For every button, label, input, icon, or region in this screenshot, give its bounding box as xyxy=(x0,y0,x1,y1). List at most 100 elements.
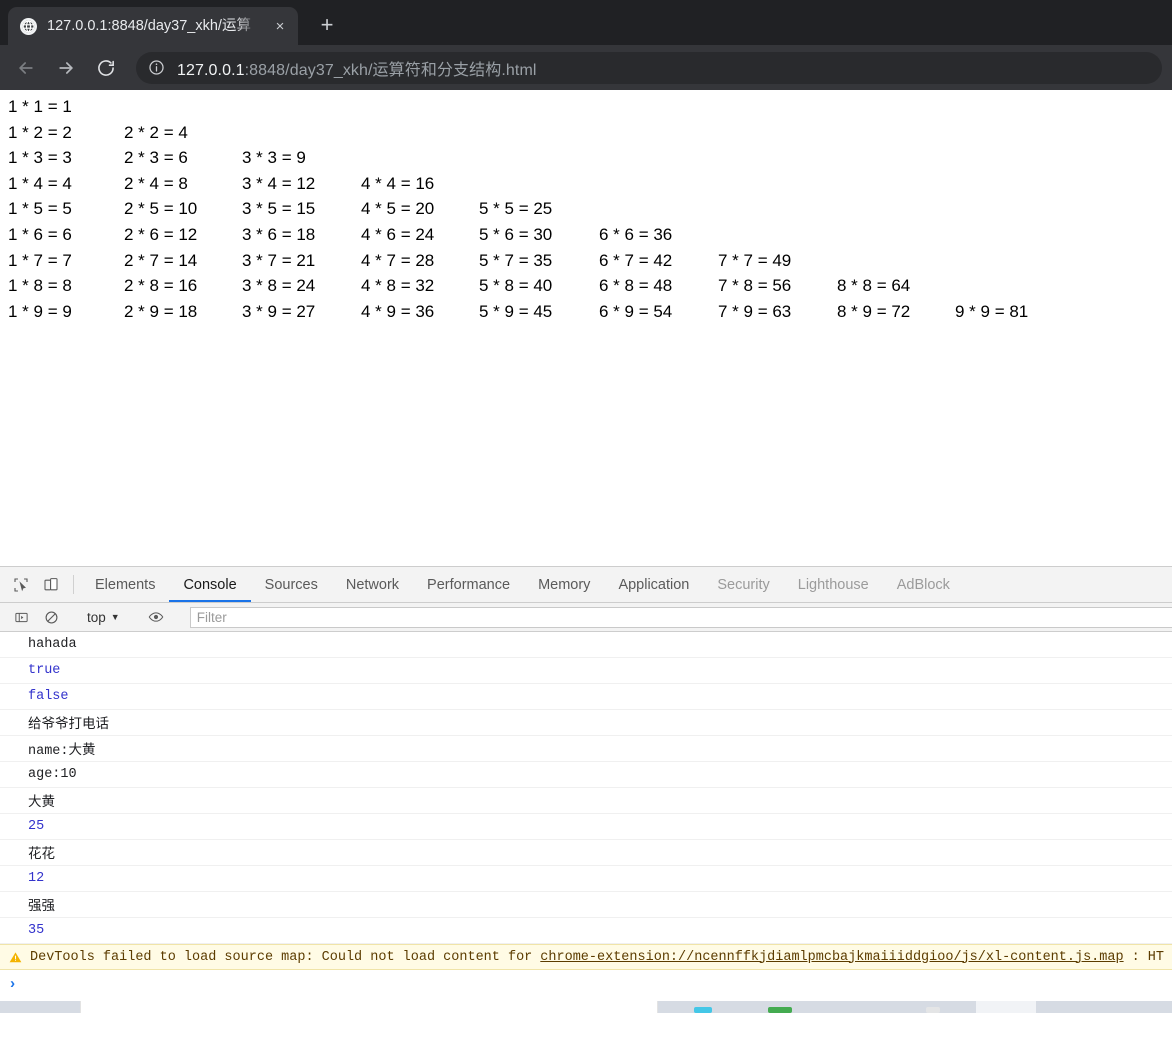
multiplication-cell: 4 * 4 = 16 xyxy=(361,173,435,193)
console-message-row: false xyxy=(0,684,1172,710)
console-message-text: 给爷爷打电话 xyxy=(28,718,109,733)
console-message-row: name:大黄 xyxy=(0,736,1172,762)
devtools-tab-network[interactable]: Network xyxy=(332,567,413,602)
chevron-right-icon: › xyxy=(8,975,18,993)
forward-icon[interactable] xyxy=(50,52,82,84)
devtools-tab-application[interactable]: Application xyxy=(604,567,703,602)
multiplication-cell: 3 * 6 = 18 xyxy=(242,224,316,244)
multiplication-cell: 2 * 7 = 14 xyxy=(124,250,198,270)
multiplication-cell: 1 * 3 = 3 xyxy=(8,148,72,168)
devtools-tab-label: Security xyxy=(717,576,770,593)
devtools-panel: Elements Console Sources Network Performance… xyxy=(0,566,1172,1001)
multiplication-cell: 5 * 6 = 30 xyxy=(479,224,553,244)
warning-source-link[interactable]: chrome-extension://ncennffkjdiamlpmcbajk… xyxy=(540,950,1123,965)
live-expression-icon[interactable] xyxy=(141,609,171,625)
multiplication-cell: 2 * 2 = 4 xyxy=(124,122,188,142)
taskbar-left xyxy=(0,1001,80,1013)
console-message-row: 12 xyxy=(0,866,1172,892)
console-message-text: false xyxy=(28,689,69,704)
devtools-tab-label: Sources xyxy=(264,576,318,593)
multiplication-cell: 7 * 8 = 56 xyxy=(718,276,792,296)
multiplication-cell: 6 * 7 = 42 xyxy=(599,250,673,270)
multiplication-row: 1 * 8 = 8 2 * 8 = 16 3 * 8 = 24 4 * 8 = 32 5… xyxy=(8,273,1172,299)
taskbar-icon-2[interactable] xyxy=(768,1007,792,1013)
console-message-row: 25 xyxy=(0,814,1172,840)
multiplication-cell: 7 * 7 = 49 xyxy=(718,250,792,270)
multiplication-cell: 1 * 4 = 4 xyxy=(8,173,72,193)
multiplication-row: 1 * 9 = 9 2 * 9 = 18 3 * 9 = 27 4 * 9 = 36 5… xyxy=(8,299,1172,325)
console-message-row: hahada xyxy=(0,632,1172,658)
multiplication-row: 1 * 5 = 5 2 * 5 = 10 3 * 5 = 15 4 * 5 = 20 5… xyxy=(8,196,1172,222)
devtools-tab-label: Network xyxy=(345,576,400,593)
clear-console-icon[interactable] xyxy=(36,610,66,625)
multiplication-row: 1 * 7 = 7 2 * 7 = 14 3 * 7 = 21 4 * 7 = 28 5… xyxy=(8,248,1172,274)
devtools-tab-label: Performance xyxy=(427,576,511,593)
devtools-tab-label: Lighthouse xyxy=(797,576,869,593)
multiplication-cell: 1 * 6 = 6 xyxy=(8,224,72,244)
console-input-prompt[interactable]: › xyxy=(0,970,1172,998)
console-warning-row[interactable]: DevTools failed to load source map: Coul… xyxy=(0,944,1172,970)
url-host: 127.0.0.1 xyxy=(177,61,245,79)
devtools-tab-memory[interactable]: Memory xyxy=(524,567,604,602)
devtools-tab-elements[interactable]: Elements xyxy=(81,567,169,602)
new-tab-icon[interactable]: + xyxy=(310,8,344,42)
multiplication-cell: 3 * 5 = 15 xyxy=(242,199,316,219)
devtools-tab-security[interactable]: Security xyxy=(703,567,783,602)
console-message-text: 大黄 xyxy=(28,796,55,811)
console-sidebar-icon[interactable] xyxy=(6,610,36,625)
multiplication-cell: 5 * 9 = 45 xyxy=(479,301,553,321)
devtools-tab-lighthouse[interactable]: Lighthouse xyxy=(784,567,883,602)
console-message-row: 35 xyxy=(0,918,1172,944)
multiplication-row: 1 * 6 = 6 2 * 6 = 12 3 * 6 = 18 4 * 6 = 24 5… xyxy=(8,222,1172,248)
devtools-tab-list: Elements Console Sources Network Performance… xyxy=(81,567,964,602)
warning-suffix: : HT xyxy=(1131,949,1164,965)
taskbar-icon-1[interactable] xyxy=(694,1007,712,1013)
multiplication-cell: 9 * 9 = 81 xyxy=(955,301,1029,321)
multiplication-cell: 2 * 5 = 10 xyxy=(124,199,198,219)
reload-icon[interactable] xyxy=(90,52,122,84)
multiplication-cell: 2 * 8 = 16 xyxy=(124,276,198,296)
console-message-list: hahada true false 给爷爷打电话 name:大黄 age:10 大黄 25 花花… xyxy=(0,632,1172,944)
console-message-text: true xyxy=(28,663,61,678)
multiplication-cell: 8 * 9 = 72 xyxy=(837,301,911,321)
multiplication-cell: 3 * 4 = 12 xyxy=(242,173,316,193)
console-message-row: true xyxy=(0,658,1172,684)
inspect-element-icon[interactable] xyxy=(6,567,36,602)
devtools-tab-sources[interactable]: Sources xyxy=(251,567,332,602)
multiplication-cell: 6 * 6 = 36 xyxy=(599,224,673,244)
multiplication-cell: 5 * 7 = 35 xyxy=(479,250,553,270)
execution-context-label: top xyxy=(87,609,106,625)
multiplication-cell: 3 * 3 = 9 xyxy=(242,148,306,168)
devtools-tab-adblock[interactable]: AdBlock xyxy=(883,567,964,602)
tab-strip: 127.0.0.1:8848/day37_xkh/运算 × + xyxy=(0,0,1172,45)
execution-context-select[interactable]: top ▼ xyxy=(81,610,126,625)
multiplication-cell: 7 * 9 = 63 xyxy=(718,301,792,321)
multiplication-cell: 2 * 9 = 18 xyxy=(124,301,198,321)
multiplication-cell: 5 * 5 = 25 xyxy=(479,199,553,219)
multiplication-cell: 4 * 7 = 28 xyxy=(361,250,435,270)
os-taskbar xyxy=(0,1001,1172,1013)
close-icon[interactable]: × xyxy=(270,16,290,36)
address-bar[interactable]: 127.0.0.1:8848/day37_xkh/运算符和分支结构.html xyxy=(136,51,1162,84)
console-message-row: age:10 xyxy=(0,762,1172,788)
filter-input[interactable] xyxy=(189,606,1172,628)
taskbar-icon-3[interactable] xyxy=(926,1007,940,1013)
devtools-tab-console[interactable]: Console xyxy=(169,567,251,602)
device-toolbar-icon[interactable] xyxy=(36,567,66,602)
multiplication-cell: 1 * 5 = 5 xyxy=(8,199,72,219)
multiplication-cell: 4 * 5 = 20 xyxy=(361,199,435,219)
multiplication-cell: 8 * 8 = 64 xyxy=(837,276,911,296)
multiplication-cell: 3 * 8 = 24 xyxy=(242,276,316,296)
multiplication-row: 1 * 3 = 3 2 * 3 = 6 3 * 3 = 9 xyxy=(8,145,1172,171)
taskbar-icon-4-bg xyxy=(976,1001,1036,1013)
browser-tab-active[interactable]: 127.0.0.1:8848/day37_xkh/运算 × xyxy=(8,7,298,45)
console-output[interactable]: hahada true false 给爷爷打电话 name:大黄 age:10 大黄 25 花花… xyxy=(0,632,1172,1001)
back-icon[interactable] xyxy=(10,52,42,84)
console-message-row: 强强 xyxy=(0,892,1172,918)
devtools-tab-label: AdBlock xyxy=(896,576,950,593)
devtools-tab-performance[interactable]: Performance xyxy=(413,567,524,602)
console-message-text: 35 xyxy=(28,923,45,938)
site-info-icon[interactable] xyxy=(148,59,166,76)
multiplication-cell: 1 * 8 = 8 xyxy=(8,276,72,296)
taskbar-window-area xyxy=(80,1001,658,1013)
